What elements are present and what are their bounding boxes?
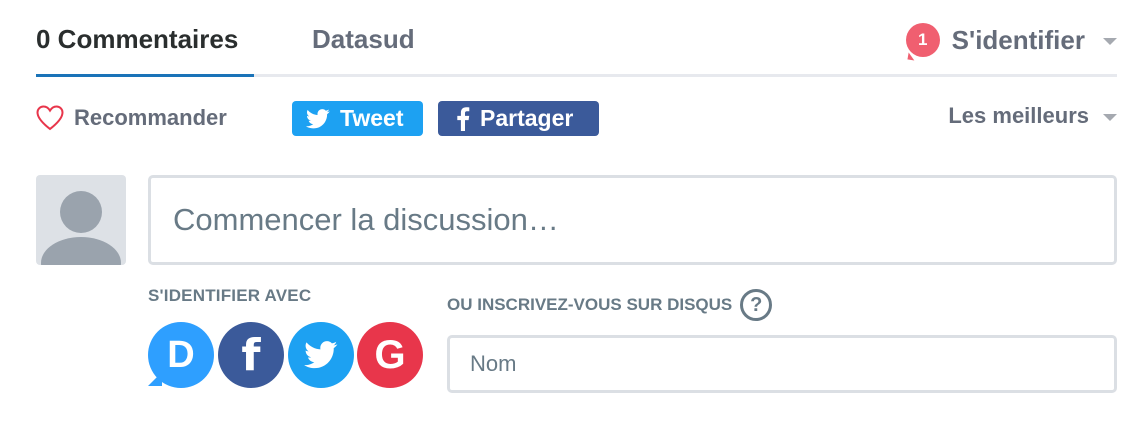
tweet-label: Tweet	[340, 105, 404, 131]
tab-community[interactable]: Datasud	[312, 24, 415, 55]
login-label: S'identifier	[951, 24, 1085, 55]
comment-textarea[interactable]: Commencer la discussion…	[148, 175, 1117, 265]
sort-label: Les meilleurs	[948, 103, 1089, 128]
signup-label: OU INSCRIVEZ-VOUS SUR DISQUS	[447, 295, 733, 314]
active-tab-indicator	[36, 74, 254, 77]
tab-comments[interactable]: 0 Commentaires	[36, 24, 238, 55]
facebook-share-button[interactable]: Partager	[438, 101, 599, 136]
name-input[interactable]	[447, 335, 1117, 393]
signup-row: OU INSCRIVEZ-VOUS SUR DISQUS ?	[447, 289, 773, 321]
facebook-icon: f	[241, 329, 261, 381]
recommend-label: Recommander	[74, 105, 227, 130]
twitter-bird-icon	[304, 341, 338, 369]
facebook-icon	[456, 106, 470, 131]
heart-icon	[36, 105, 64, 131]
facebook-login-button[interactable]: f	[218, 322, 284, 388]
chevron-down-icon	[1103, 37, 1117, 45]
recommend-button[interactable]: Recommander	[36, 104, 227, 132]
comments-nav: 0 Commentaires Datasud 1 S'identifier	[36, 0, 1117, 78]
disqus-login-button[interactable]: D	[148, 322, 214, 388]
default-avatar-icon	[41, 191, 121, 265]
tweet-button[interactable]: Tweet	[292, 101, 423, 136]
share-label: Partager	[480, 105, 574, 131]
avatar	[36, 175, 126, 265]
login-menu[interactable]: 1 S'identifier	[905, 20, 1117, 60]
disqus-icon: D	[167, 333, 195, 376]
google-login-button[interactable]: G	[357, 322, 423, 388]
login-with-label: S'IDENTIFIER AVEC	[148, 286, 312, 305]
twitter-login-button[interactable]	[288, 322, 354, 388]
chevron-down-icon	[1103, 113, 1117, 121]
google-icon: G	[374, 332, 406, 377]
help-icon[interactable]: ?	[740, 289, 773, 321]
sort-dropdown[interactable]: Les meilleurs	[948, 102, 1117, 130]
twitter-bird-icon	[306, 108, 330, 129]
notification-badge: 1	[905, 23, 940, 57]
